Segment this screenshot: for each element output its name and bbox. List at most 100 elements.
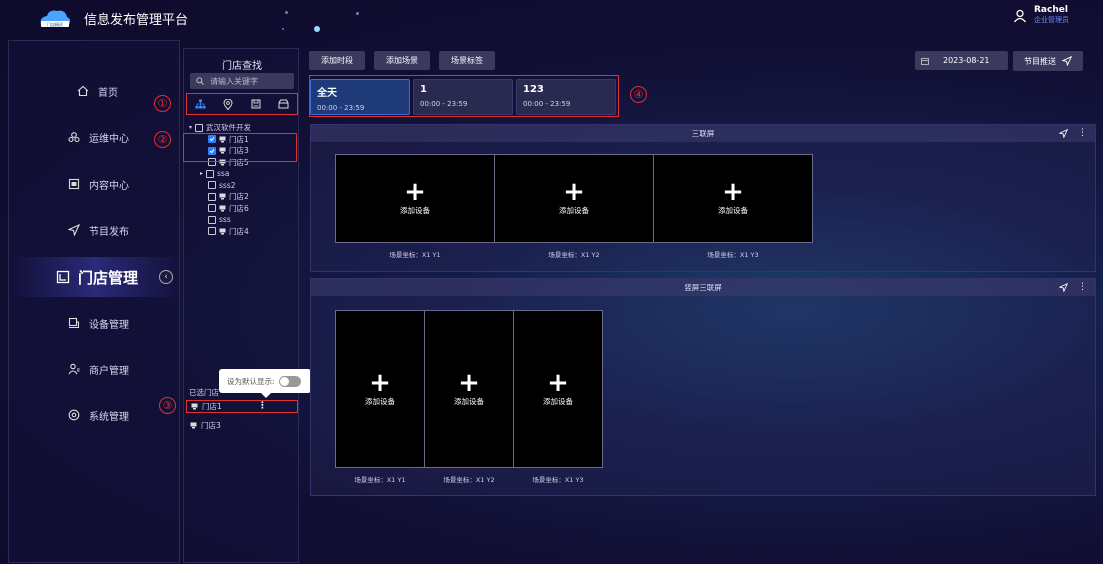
plus-icon: + — [547, 367, 569, 398]
time-period-item[interactable]: 全天 00:00 - 23:59 — [310, 79, 410, 115]
program-push-button[interactable]: 节目推送 — [1013, 51, 1083, 71]
scene-actions: ⋮ — [1059, 128, 1087, 138]
checkbox[interactable] — [208, 204, 216, 213]
checkbox[interactable] — [208, 215, 216, 224]
org-tree-icon — [195, 99, 206, 109]
checkbox[interactable] — [208, 192, 216, 201]
scene-coordinate: 场景坐标：X1 Y3 — [707, 251, 759, 259]
add-device-slot[interactable]: + 添加设备 — [424, 310, 514, 468]
time-period-bar: 全天 00:00 - 23:59 1 00:00 - 23:59 123 00:… — [309, 75, 619, 117]
time-period-range: 00:00 - 23:59 — [317, 104, 365, 112]
user-name: Rachel — [1034, 5, 1068, 15]
more-vertical-icon[interactable]: ⋮ — [1078, 282, 1087, 292]
scene-tag-button[interactable]: 场景标签 — [439, 51, 495, 70]
send-icon[interactable] — [1059, 282, 1068, 292]
tree-node-group[interactable]: sss — [184, 214, 300, 226]
add-device-label: 添加设备 — [365, 396, 395, 406]
send-icon — [67, 223, 81, 237]
add-device-slot[interactable]: + 添加设备 — [335, 154, 495, 243]
sidebar-item-content[interactable]: 内容中心 — [9, 169, 181, 199]
tab-location[interactable] — [218, 96, 238, 112]
tab-organization[interactable] — [191, 96, 211, 112]
add-device-label: 添加设备 — [718, 206, 748, 215]
default-display-toggle[interactable] — [278, 375, 301, 387]
store-small-icon — [219, 193, 226, 200]
svg-text:门店精灵: 门店精灵 — [47, 21, 63, 27]
checkbox[interactable] — [208, 227, 216, 236]
home-icon — [76, 84, 90, 98]
add-device-slot[interactable]: + 添加设备 — [335, 310, 425, 468]
sidebar-item-label: 节目发布 — [89, 226, 129, 238]
tab-store-type[interactable] — [246, 96, 266, 112]
add-device-label: 添加设备 — [400, 206, 430, 215]
decor-dot — [282, 28, 284, 30]
tree-node-org[interactable]: ▾ 武汉软件开发 — [184, 122, 300, 134]
sidebar-item-merchant[interactable]: 商户管理 — [9, 354, 181, 384]
user-role: 企业管理员 — [1034, 16, 1069, 24]
store-panel-title: 门店查找 — [222, 61, 262, 72]
add-period-button[interactable]: 添加时段 — [309, 51, 365, 70]
sidebar: 首页 运维中心 内容中心 节目发布 门店管理 设备管理 商户管理 系统管理 — [8, 40, 181, 563]
add-device-slot[interactable]: + 添加设备 — [513, 310, 603, 468]
decor-dot — [314, 26, 320, 32]
tab-shop[interactable] — [273, 96, 293, 112]
scene-header: 竖屏三联屏 ⋮ — [311, 279, 1095, 296]
user-info[interactable]: Rachel 企业管理员 — [1034, 5, 1069, 25]
scene-title: 竖屏三联屏 — [684, 283, 722, 292]
caret-down-icon: ▾ — [189, 124, 193, 132]
logo-icon: 门店精灵 — [40, 10, 71, 27]
app-title: 信息发布管理平台 — [84, 13, 189, 28]
time-period-range: 00:00 - 23:59 — [420, 100, 468, 108]
sidebar-item-store[interactable]: 门店管理 — [9, 257, 181, 297]
plus-icon: + — [722, 177, 744, 207]
top-bar: 门店精灵 信息发布管理平台 Rachel 企业管理员 — [0, 0, 1103, 35]
scene-coordinate: 场景坐标：X1 Y1 — [389, 251, 441, 259]
add-device-label: 添加设备 — [543, 396, 573, 406]
send-icon[interactable] — [1059, 128, 1068, 138]
sidebar-item-label: 首页 — [98, 87, 118, 99]
checkbox[interactable] — [208, 181, 216, 190]
tree-node-store[interactable]: 门店6 — [184, 203, 300, 215]
tree-label: 武汉软件开发 — [206, 123, 252, 133]
search-input[interactable] — [210, 76, 290, 86]
annotation-1: ① — [154, 95, 171, 112]
date-picker[interactable]: 2023-08-21 — [915, 51, 1008, 70]
tree-node-group[interactable]: sss2 — [184, 180, 300, 192]
sidebar-item-system[interactable]: 系统管理 — [9, 400, 181, 430]
annotation-3: ③ — [159, 397, 176, 414]
more-vertical-icon[interactable]: ⋮ — [258, 401, 267, 411]
selected-store-item[interactable]: 门店1 ⋮ — [186, 400, 298, 413]
add-scene-button[interactable]: 添加场景 — [374, 51, 430, 70]
store-search[interactable] — [190, 73, 294, 89]
store-panel: 门店查找 ▾ 武汉软件开发 门店1 门店3 — [183, 48, 299, 563]
checkbox[interactable] — [206, 169, 215, 178]
selected-store-label: 门店1 — [202, 402, 222, 411]
selected-store-item[interactable]: 门店3 — [186, 419, 298, 432]
decor-dot — [356, 12, 359, 15]
collapse-sidebar-button[interactable]: ‹ — [159, 270, 173, 284]
settings-icon — [67, 408, 81, 422]
more-vertical-icon[interactable]: ⋮ — [1078, 128, 1087, 138]
store-small-icon — [219, 228, 226, 235]
checkbox[interactable] — [195, 123, 204, 132]
tree-node-store[interactable]: 门店2 — [184, 191, 300, 203]
location-icon — [223, 98, 233, 110]
decor-dot — [285, 11, 288, 14]
tree-label: ssa — [217, 169, 230, 179]
store-small-icon — [191, 403, 198, 410]
sidebar-item-device[interactable]: 设备管理 — [9, 308, 181, 338]
push-label: 节目推送 — [1024, 56, 1056, 66]
time-period-item[interactable]: 123 00:00 - 23:59 — [516, 79, 616, 115]
save-icon — [251, 99, 261, 109]
time-period-item[interactable]: 1 00:00 - 23:59 — [413, 79, 513, 115]
tree-node-store[interactable]: 门店4 — [184, 226, 300, 238]
add-device-slot[interactable]: + 添加设备 — [494, 154, 654, 243]
caret-right-icon[interactable]: ▸ — [200, 170, 203, 177]
scene-card: 竖屏三联屏 ⋮ + 添加设备 + 添加设备 + 添加设备 场景坐标：X1 Y1 … — [310, 278, 1096, 496]
sidebar-item-publish[interactable]: 节目发布 — [9, 215, 181, 245]
tree-node-group[interactable]: ▸ ssa — [184, 168, 300, 180]
tooltip-label: 设为默认显示: — [227, 376, 275, 386]
add-device-slot[interactable]: + 添加设备 — [653, 154, 813, 243]
sidebar-item-label: 内容中心 — [89, 180, 129, 192]
user-icon[interactable] — [1013, 9, 1027, 23]
